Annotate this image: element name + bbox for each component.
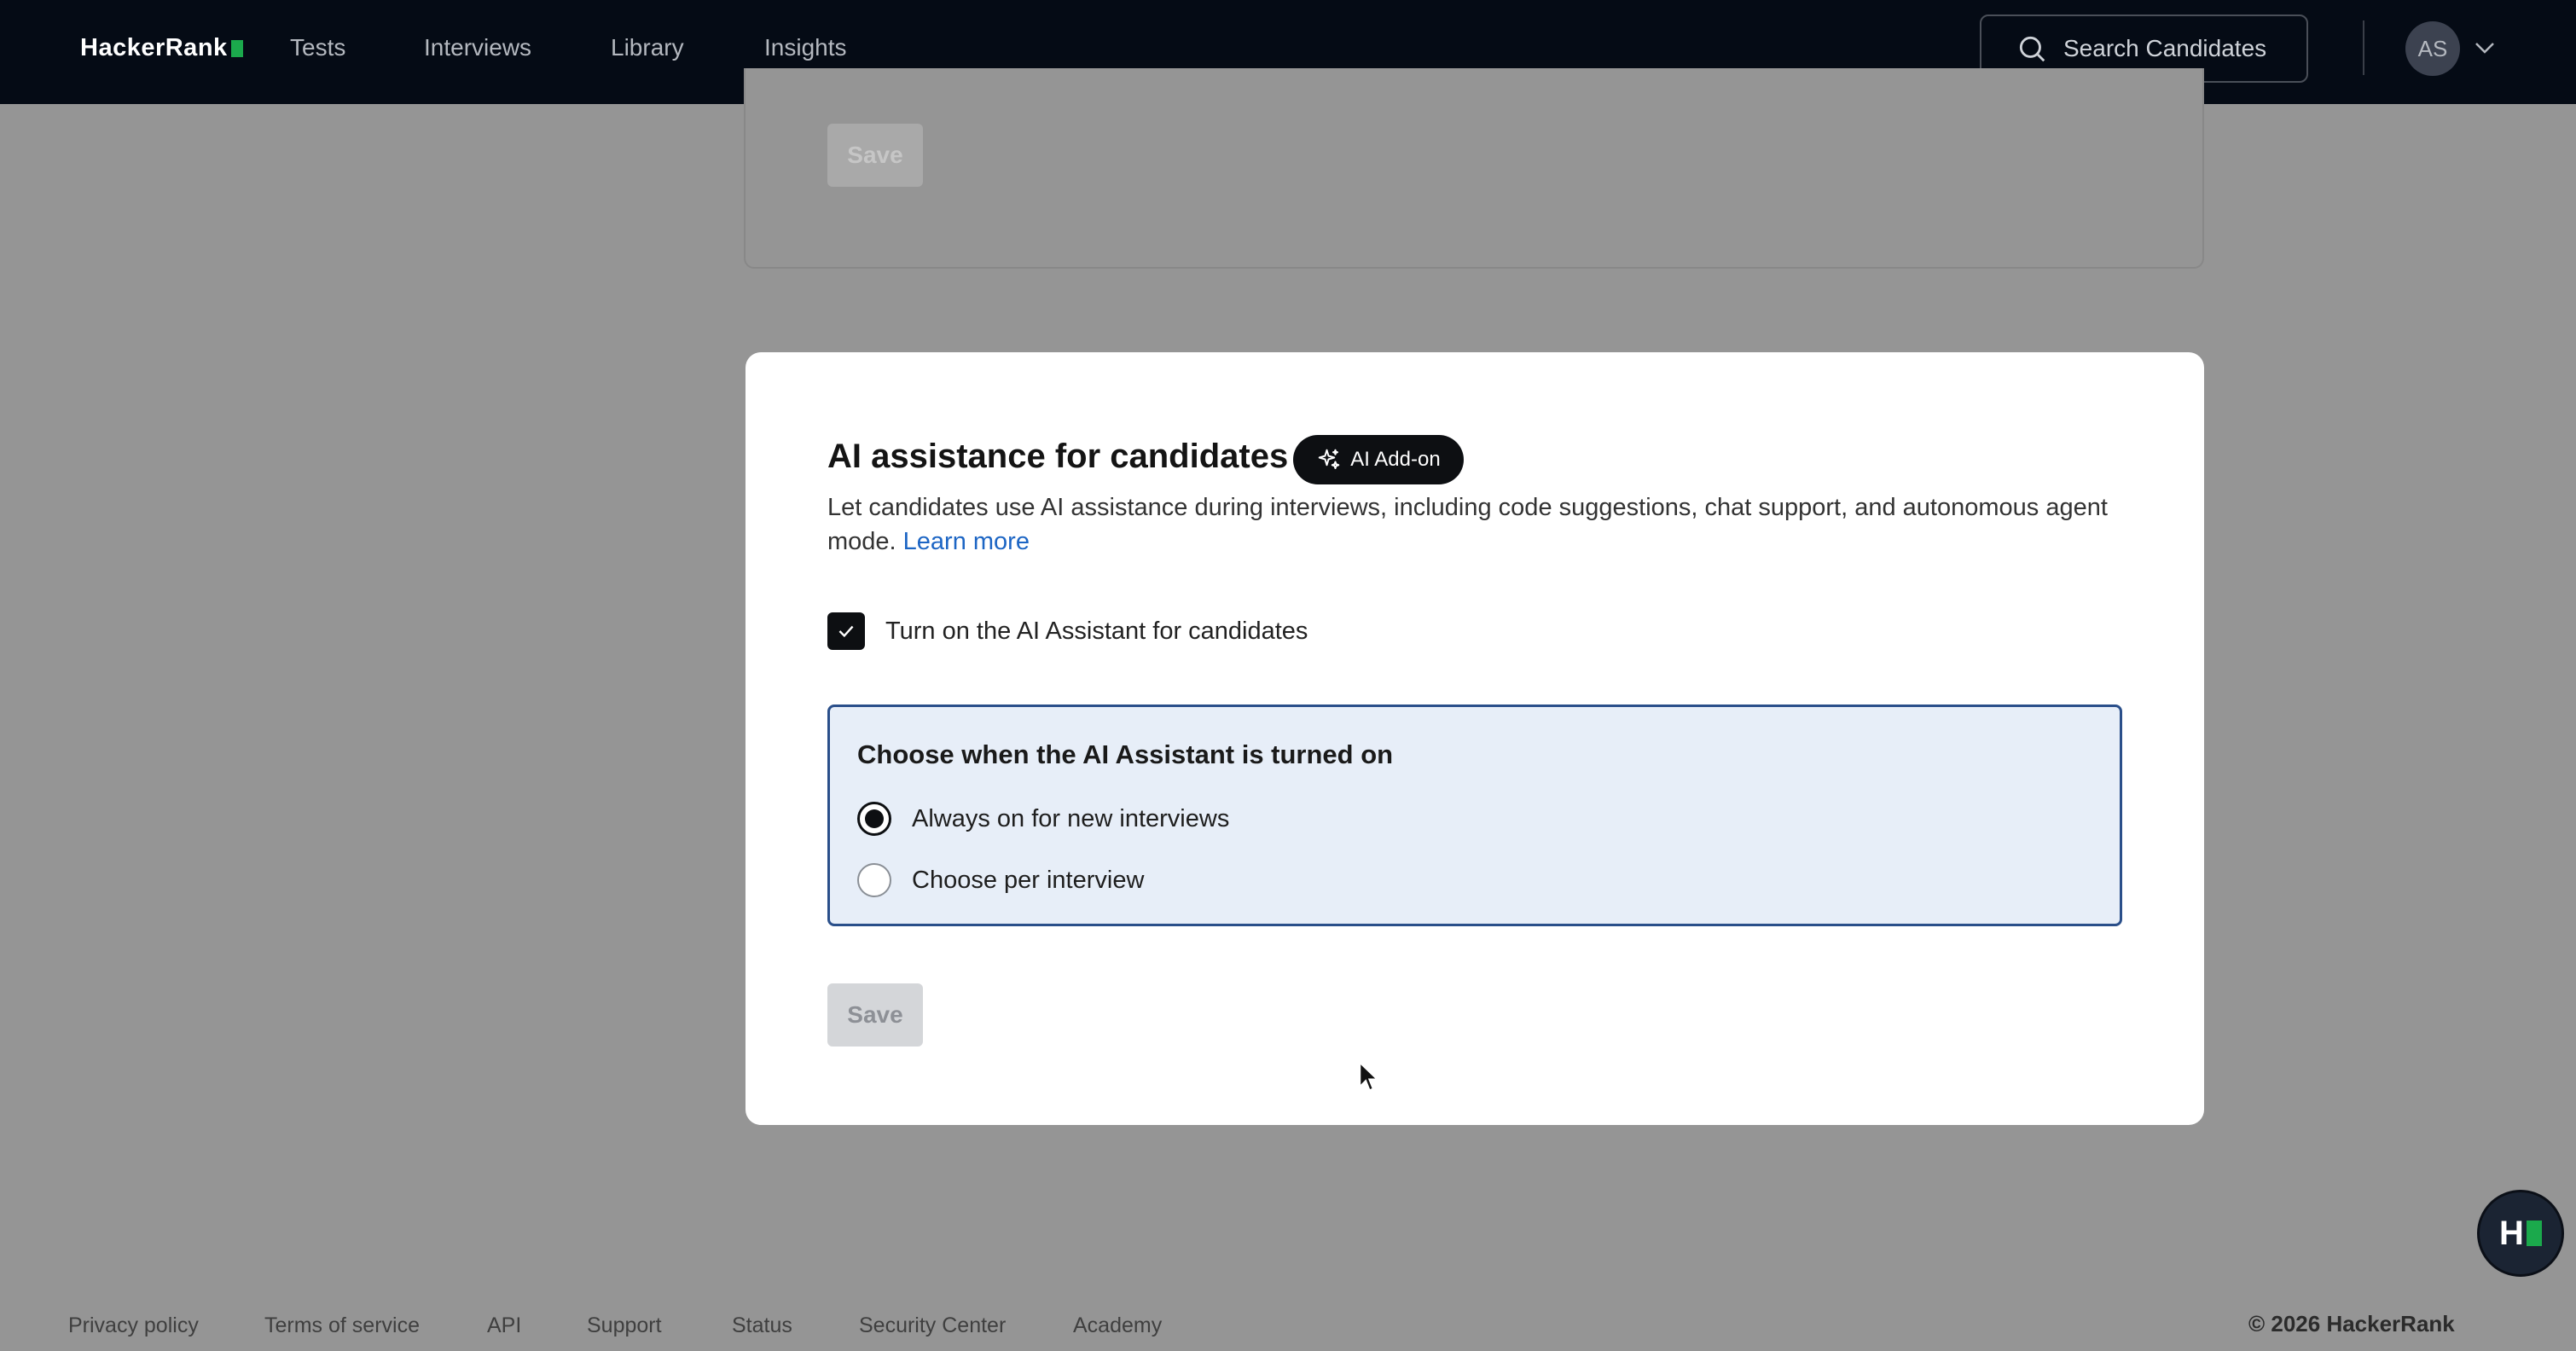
save-button[interactable]: Save [827, 983, 923, 1047]
footer-link-privacy-policy[interactable]: Privacy policy [68, 1313, 199, 1338]
help-bubble-letter: H [2499, 1214, 2524, 1252]
nav-link-tests[interactable]: Tests [290, 34, 345, 61]
background-save-button[interactable]: Save [827, 124, 923, 187]
ai-assistant-mode-panel: Choose when the AI Assistant is turned o… [827, 704, 2122, 926]
option-choose-per-interview[interactable]: Choose per interview [857, 863, 1144, 897]
sparkle-icon [1319, 449, 1340, 469]
modal-title: AI assistance for candidates [827, 438, 1289, 475]
checkbox-label: Turn on the AI Assistant for candidates [885, 617, 1308, 645]
ai-assistant-checkbox-row[interactable]: Turn on the AI Assistant for candidates [827, 612, 1308, 650]
ai-assistant-checkbox[interactable] [827, 612, 865, 650]
hackerrank-logo[interactable]: HackerRank [80, 34, 243, 62]
nav-link-library[interactable]: Library [611, 34, 684, 61]
option-label: Always on for new interviews [912, 804, 1230, 832]
footer-link-api[interactable]: API [487, 1313, 521, 1338]
option-always-on[interactable]: Always on for new interviews [857, 802, 1229, 836]
footer-link-support[interactable]: Support [587, 1313, 662, 1338]
logo-text: HackerRank [80, 34, 228, 61]
choice-panel-title: Choose when the AI Assistant is turned o… [857, 739, 1394, 769]
footer-link-status[interactable]: Status [732, 1313, 792, 1338]
radio-always-on[interactable] [857, 802, 891, 836]
search-icon [2019, 36, 2045, 62]
background-settings-card [744, 68, 2204, 269]
nav-link-insights[interactable]: Insights [764, 34, 847, 61]
ai-assistance-modal: AI assistance for candidates AI Add-on L… [746, 352, 2204, 1125]
chevron-down-icon[interactable] [2472, 38, 2498, 58]
checkmark-icon [838, 625, 854, 638]
help-chat-button[interactable]: H [2477, 1190, 2564, 1277]
logo-square-icon [230, 39, 243, 57]
badge-label: AI Add-on [1350, 448, 1441, 471]
footer-link-security-center[interactable]: Security Center [859, 1313, 1006, 1338]
mouse-cursor-icon [1359, 1062, 1378, 1091]
modal-description: Let candidates use AI assistance during … [827, 490, 2158, 559]
search-label: Search Candidates [2063, 35, 2267, 61]
footer-link-terms-of-service[interactable]: Terms of service [264, 1313, 420, 1338]
footer-link-academy[interactable]: Academy [1073, 1313, 1162, 1338]
avatar[interactable]: AS [2405, 21, 2460, 76]
nav-divider [2363, 20, 2364, 75]
nav-link-interviews[interactable]: Interviews [424, 34, 531, 61]
ai-addon-badge: AI Add-on [1293, 435, 1464, 484]
option-label: Choose per interview [912, 866, 1145, 894]
radio-selected-dot [865, 809, 884, 828]
learn-more-link[interactable]: Learn more [903, 528, 1030, 555]
help-square-icon [2526, 1221, 2542, 1246]
copyright-text: © 2026 HackerRank [2248, 1311, 2455, 1337]
radio-choose-per-interview[interactable] [857, 863, 891, 897]
